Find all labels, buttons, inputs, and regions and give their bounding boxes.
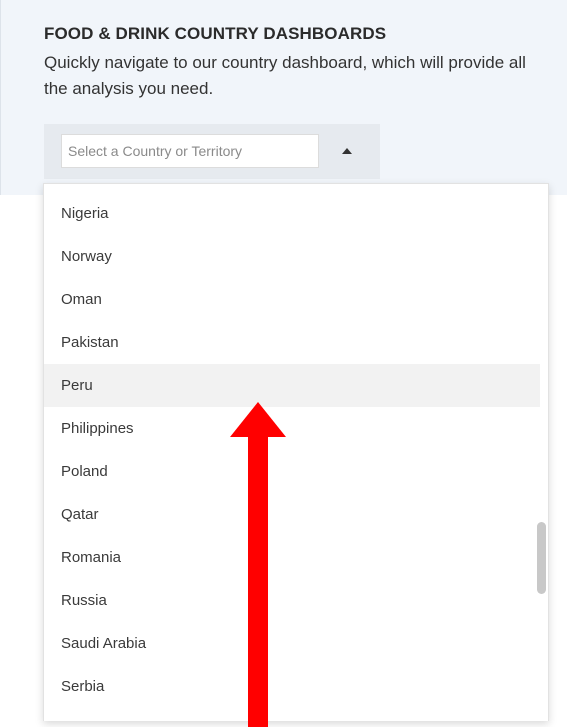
dropdown-option[interactable]: Qatar <box>44 493 540 536</box>
dropdown-option[interactable]: Peru <box>44 364 540 407</box>
dashboard-panel: FOOD & DRINK COUNTRY DASHBOARDS Quickly … <box>0 0 567 195</box>
dropdown-option[interactable]: Pakistan <box>44 321 540 364</box>
country-select[interactable] <box>44 124 380 179</box>
dropdown-scrollbar[interactable] <box>537 522 546 594</box>
dropdown-option[interactable]: Romania <box>44 536 540 579</box>
dropdown-option[interactable]: Poland <box>44 450 540 493</box>
dropdown-option[interactable]: Oman <box>44 278 540 321</box>
dropdown-option[interactable]: Saudi Arabia <box>44 622 540 665</box>
panel-title: FOOD & DRINK COUNTRY DASHBOARDS <box>44 24 387 43</box>
country-search-input[interactable] <box>61 134 319 168</box>
panel-description: Quickly navigate to our country dashboar… <box>44 53 526 98</box>
dropdown-options: Nigeria Norway Oman Pakistan Peru Philip… <box>44 192 540 708</box>
country-dropdown-list[interactable]: Nigeria Norway Oman Pakistan Peru Philip… <box>43 183 549 721</box>
dropdown-option[interactable]: Norway <box>44 235 540 278</box>
dropdown-option[interactable]: Russia <box>44 579 540 622</box>
dropdown-option[interactable]: Nigeria <box>44 192 540 235</box>
caret-up-icon[interactable] <box>337 141 357 161</box>
dropdown-option[interactable]: Serbia <box>44 665 540 708</box>
dropdown-option[interactable]: Philippines <box>44 407 540 450</box>
